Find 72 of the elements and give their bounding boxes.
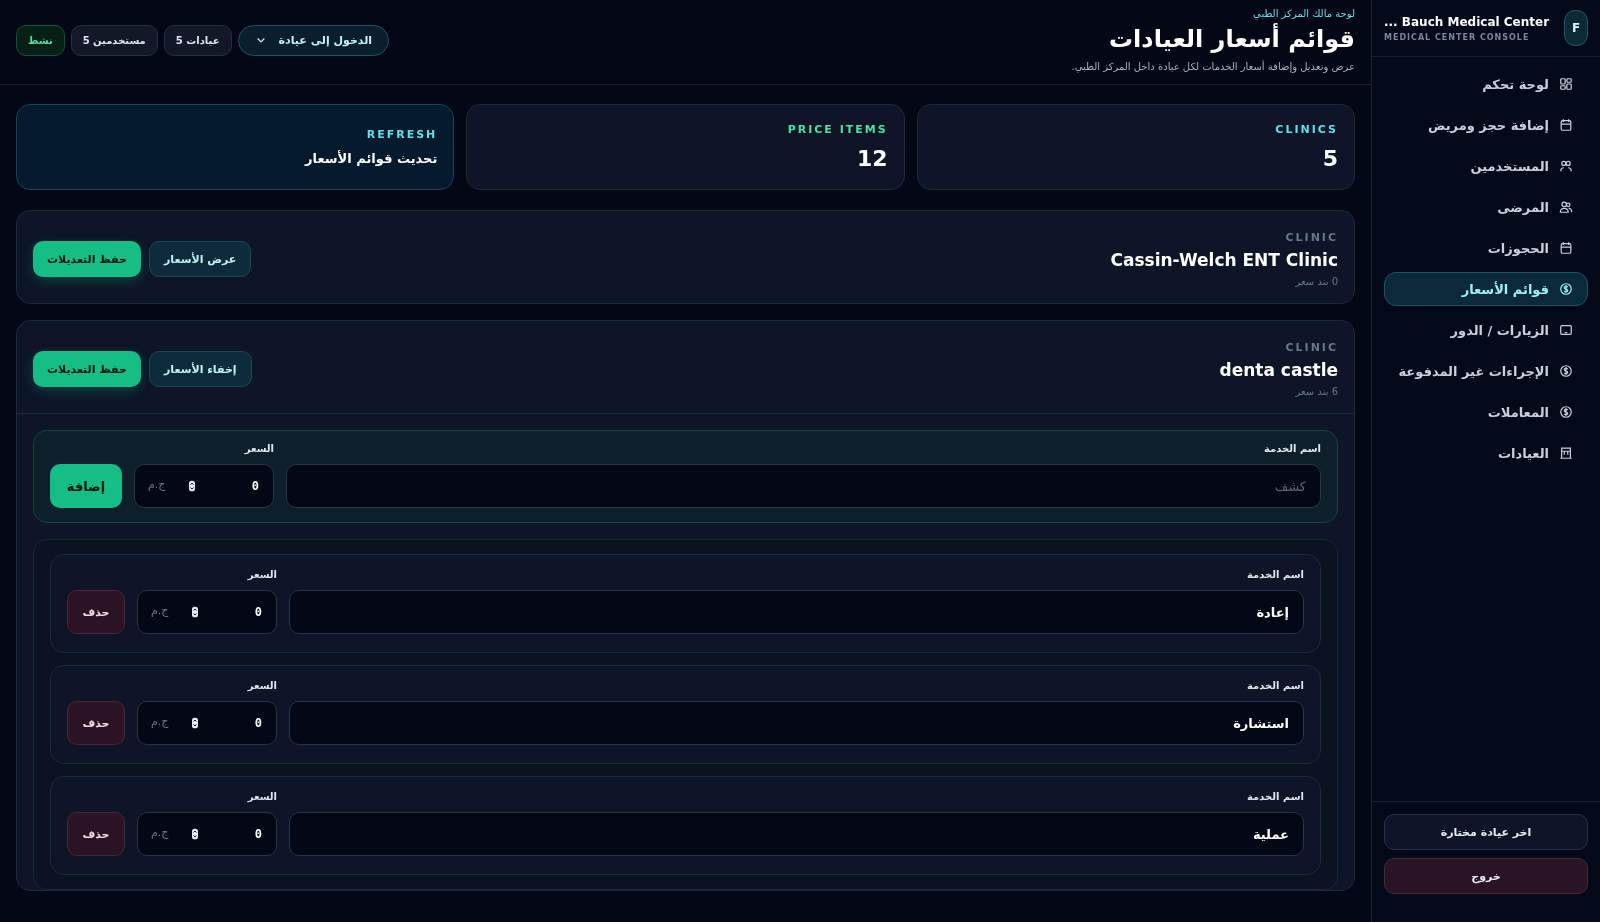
grid-icon <box>1559 77 1573 91</box>
spinner-icon <box>189 716 201 730</box>
logout-button[interactable]: خروج <box>1384 858 1588 894</box>
count-badge: مستخدمين 5 <box>70 24 158 56</box>
nav-item[interactable]: المعاملات <box>1384 395 1588 429</box>
field-label: اسم الخدمة <box>1264 443 1321 454</box>
clinic-dropdown[interactable]: الدخول إلى عيادة <box>237 24 390 56</box>
service-name-field[interactable]: عملية <box>289 812 1304 856</box>
service-name-field[interactable]: إعادة <box>289 590 1304 634</box>
stat-value: 12 <box>857 146 888 171</box>
spinner-icon <box>189 605 201 619</box>
monitor-icon <box>1559 323 1573 337</box>
nav-item[interactable]: إضافة حجز ومريض <box>1384 108 1588 142</box>
brand-subtitle: MEDICAL CENTER CONSOLE <box>1384 32 1530 42</box>
clinic-eyebrow: CLINIC <box>1285 341 1338 354</box>
dollar-icon <box>1559 364 1573 378</box>
refresh-label: تحديث قوائم الأسعار <box>305 151 438 166</box>
spinner-icon <box>189 827 201 841</box>
item-count: 6 بند سعر <box>1295 386 1338 397</box>
calendar-icon <box>1559 118 1573 132</box>
nav-item[interactable]: الإجراءات غير المدفوعة <box>1384 354 1588 388</box>
save-button[interactable]: حفظ التعديلات <box>33 241 141 277</box>
building-icon <box>1559 446 1573 460</box>
clinic-name: Cassin-Welch ENT Clinic <box>1110 250 1338 270</box>
field-label: اسم الخدمة <box>1247 680 1304 691</box>
field-label: السعر <box>247 791 277 802</box>
stat-label: PRICE ITEMS <box>787 123 888 136</box>
page-title: قوائم أسعار العيادات <box>1109 25 1355 53</box>
stat-label: REFRESH <box>366 128 438 141</box>
nav-item[interactable]: المرضى <box>1384 190 1588 224</box>
nav-item[interactable]: لوحة تحكم <box>1384 67 1588 101</box>
nav-item[interactable]: الحجوزات <box>1384 231 1588 265</box>
toggle-prices-button[interactable]: إخفاء الأسعار <box>148 351 252 387</box>
field-label: اسم الخدمة <box>1247 791 1304 802</box>
service-name-field[interactable]: استشارة <box>289 701 1304 745</box>
item-count: 0 بند سعر <box>1295 276 1338 287</box>
nav-item[interactable]: الزيارات / الدور <box>1384 313 1588 347</box>
stat-value: 5 <box>1322 146 1338 171</box>
toggle-prices-button[interactable]: عرض الأسعار <box>148 241 252 277</box>
spinner-icon <box>186 479 198 493</box>
status-badge: نشط <box>16 24 65 56</box>
currency-label: ج.م <box>151 604 169 617</box>
currency-label: ج.م <box>148 478 166 491</box>
field-label: السعر <box>247 569 277 580</box>
users-icon <box>1559 200 1573 214</box>
clinic-name: denta castle <box>1219 360 1338 380</box>
users-icon <box>1559 159 1573 173</box>
field-label: اسم الخدمة <box>1247 569 1304 580</box>
dollar-icon <box>1559 282 1573 296</box>
count-badge: عيادات 5 <box>163 24 232 56</box>
avatar: F <box>1564 10 1588 46</box>
delete-button[interactable]: حذف <box>67 590 125 634</box>
nav-item[interactable]: العيادات <box>1384 436 1588 470</box>
delete-button[interactable]: حذف <box>67 812 125 856</box>
page-eyebrow: لوحة مالك المركز الطبي <box>1253 8 1355 19</box>
save-button[interactable]: حفظ التعديلات <box>33 351 141 387</box>
brand-title: Bauch Medical Center ... <box>1384 14 1550 29</box>
calendar-icon <box>1559 241 1573 255</box>
clinic-eyebrow: CLINIC <box>1285 231 1338 244</box>
nav-item[interactable]: المستخدمين <box>1384 149 1588 183</box>
field-label: السعر <box>247 680 277 691</box>
currency-label: ج.م <box>151 715 169 728</box>
add-button[interactable]: إضافة <box>50 464 122 508</box>
dollar-icon <box>1559 405 1573 419</box>
delete-button[interactable]: حذف <box>67 701 125 745</box>
field-label: السعر <box>244 443 274 454</box>
last-clinic-button[interactable]: اخر عيادة مختارة <box>1384 814 1588 850</box>
currency-label: ج.م <box>151 826 169 839</box>
service-name-field[interactable]: كشف <box>286 464 1321 508</box>
page-subtitle: عرض وتعديل وإضافة أسعار الخدمات لكل عيادة داخل المركز الطبي. <box>1071 61 1355 72</box>
nav-item[interactable]: قوائم الأسعار <box>1384 272 1588 306</box>
stat-label: CLINICS <box>1275 123 1338 136</box>
